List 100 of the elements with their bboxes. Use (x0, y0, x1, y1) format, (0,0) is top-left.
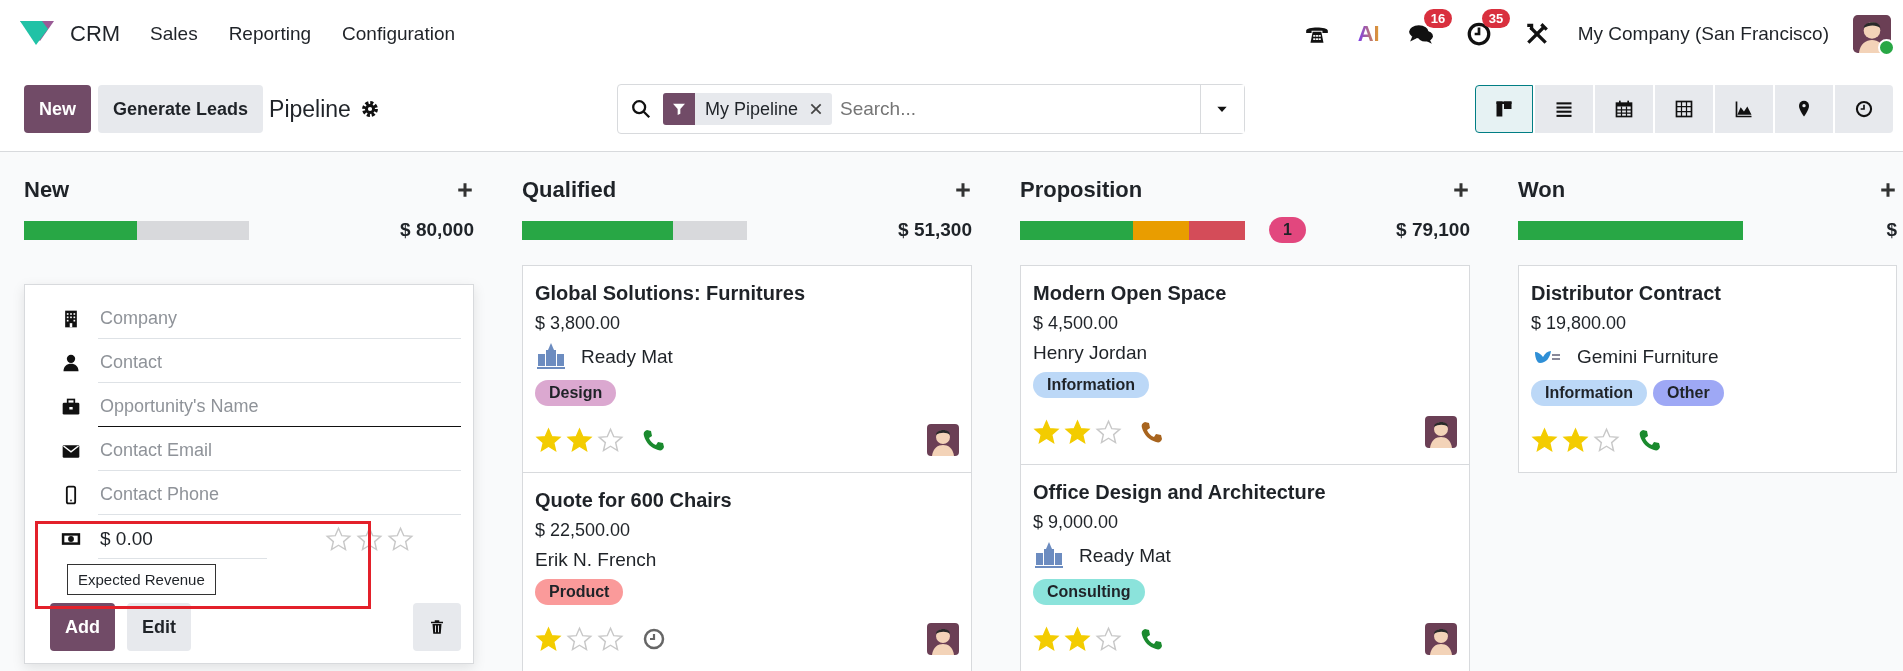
star-rating[interactable] (1033, 625, 1122, 653)
plus-icon[interactable] (954, 181, 972, 199)
star-rating[interactable] (535, 625, 624, 653)
avatar-icon[interactable] (1425, 623, 1457, 655)
column-total: $ 51,300 (898, 219, 972, 241)
empty-star-icon (1095, 418, 1122, 446)
empty-star-icon (387, 525, 414, 553)
card-amount: $ 3,800.00 (535, 313, 622, 334)
calendar-icon (1614, 99, 1634, 119)
avatar-icon[interactable] (1425, 416, 1457, 448)
filter-facet: My Pipeline (703, 98, 799, 120)
counter-badge[interactable]: 1 (1269, 217, 1306, 243)
progress-segment[interactable] (1020, 220, 1133, 240)
card-amount: $ 19,800.00 (1531, 313, 1628, 334)
avatar-icon[interactable] (927, 623, 959, 655)
calendar-view-button[interactable] (1595, 85, 1653, 133)
trash-icon (428, 618, 446, 636)
column-total: $ 79,100 (1396, 219, 1470, 241)
menu-item[interactable]: Reporting (228, 22, 312, 45)
activity-view-button[interactable] (1835, 85, 1893, 133)
progress-segment[interactable] (1188, 220, 1245, 240)
delete-button[interactable] (413, 603, 461, 651)
search-options-toggle[interactable] (1199, 85, 1244, 133)
card-title: Global Solutions: Furnitures (535, 282, 806, 305)
card-title: Modern Open Space (1033, 282, 1228, 305)
tag: Information (1531, 380, 1647, 406)
graph-icon (1734, 99, 1754, 119)
counter-badge: 16 (1423, 8, 1453, 28)
plus-icon[interactable] (456, 181, 474, 199)
card-title: Quote for 600 Chairs (535, 489, 733, 512)
card-title: Office Design and Architecture (1033, 481, 1327, 504)
partner-name: Erik N. French (535, 549, 657, 571)
opportunity-card[interactable]: Global Solutions: Furnitures $ 3,800.00 Ready Mat Design (522, 265, 972, 473)
list-view-button[interactable] (1535, 85, 1593, 133)
tag: Information (1033, 372, 1149, 398)
search-icon (629, 98, 652, 120)
empty-star-icon (325, 525, 352, 553)
column-title: Proposition (1020, 177, 1143, 203)
progress-segment[interactable] (522, 220, 673, 240)
opportunity-card[interactable]: Quote for 600 Chairs $ 22,500.00 Erik N. French Product (522, 472, 972, 671)
empty-star-icon (1593, 426, 1620, 454)
user-icon (61, 353, 81, 373)
partner-name: Ready Mat (1079, 545, 1171, 567)
map-view-button[interactable] (1775, 85, 1833, 133)
settings-icon[interactable] (359, 99, 380, 119)
avatar-icon[interactable] (1853, 14, 1891, 53)
add-button[interactable]: Add (50, 603, 115, 651)
empty-star-icon (597, 426, 624, 454)
partner-name: Gemini Furniture (1577, 346, 1719, 368)
column-total: $ 80,000 (400, 219, 474, 241)
edit-button[interactable]: Edit (127, 603, 191, 651)
filled-star-icon (1562, 426, 1589, 454)
filter-icon (662, 93, 695, 125)
breadcrumb-title: Pipeline (269, 95, 351, 123)
star-rating[interactable] (535, 426, 624, 454)
progress-segment[interactable] (24, 220, 137, 240)
progress-segment[interactable] (1518, 220, 1743, 240)
menu-item[interactable]: Sales (150, 22, 198, 45)
empty-star-icon (597, 625, 624, 653)
card-amount: $ 4,500.00 (1033, 313, 1120, 334)
new-button[interactable]: New (24, 85, 91, 133)
filled-star-icon (1064, 418, 1091, 446)
opportunity-card[interactable]: Distributor Contract $ 19,800.00 Gemini Furniture Information Other (1518, 265, 1897, 473)
counter-badge: 35 (1481, 8, 1511, 28)
filled-star-icon (1033, 625, 1060, 653)
menu-item[interactable]: Configuration (342, 22, 456, 45)
column-title: New (24, 177, 70, 203)
card-amount: $ 22,500.00 (535, 520, 632, 541)
star-rating[interactable] (1531, 426, 1620, 454)
plus-icon[interactable] (1879, 181, 1897, 199)
opportunity-card[interactable]: Office Design and Architecture $ 9,000.00 Ready Mat Consulting (1020, 464, 1470, 671)
search-input[interactable]: Search... (837, 97, 1142, 121)
generate-leads-button[interactable]: Generate Leads (98, 85, 264, 133)
star-rating[interactable] (1033, 418, 1122, 446)
company-switcher[interactable]: My Company (San Francisco) (1577, 22, 1829, 45)
tag: Consulting (1033, 579, 1145, 605)
column-title: Qualified (522, 177, 617, 203)
briefcase-icon (61, 397, 81, 417)
filled-star-icon (566, 426, 593, 454)
pivot-icon (1674, 99, 1694, 119)
tag: Design (535, 380, 617, 406)
card-amount: $ 9,000.00 (1033, 512, 1120, 533)
app-logo-icon[interactable] (20, 20, 54, 47)
filled-star-icon (1033, 418, 1060, 446)
kanban-view-button[interactable] (1475, 85, 1533, 133)
opportunity-card[interactable]: Modern Open Space $ 4,500.00 Henry Jordan Information (1020, 265, 1470, 465)
partner-name: Ready Mat (581, 346, 673, 368)
column-title: Won (1518, 177, 1566, 203)
filled-star-icon (1064, 625, 1091, 653)
filled-star-icon (535, 426, 562, 454)
graph-view-button[interactable] (1715, 85, 1773, 133)
plus-icon[interactable] (1452, 181, 1470, 199)
avatar-icon[interactable] (927, 424, 959, 456)
star-rating[interactable] (325, 525, 414, 553)
filled-star-icon (1531, 426, 1558, 454)
pivot-view-button[interactable] (1655, 85, 1713, 133)
app-name[interactable]: CRM (70, 20, 121, 47)
filled-star-icon (535, 625, 562, 653)
list-icon (1554, 99, 1574, 119)
kanban-icon (1494, 99, 1514, 119)
